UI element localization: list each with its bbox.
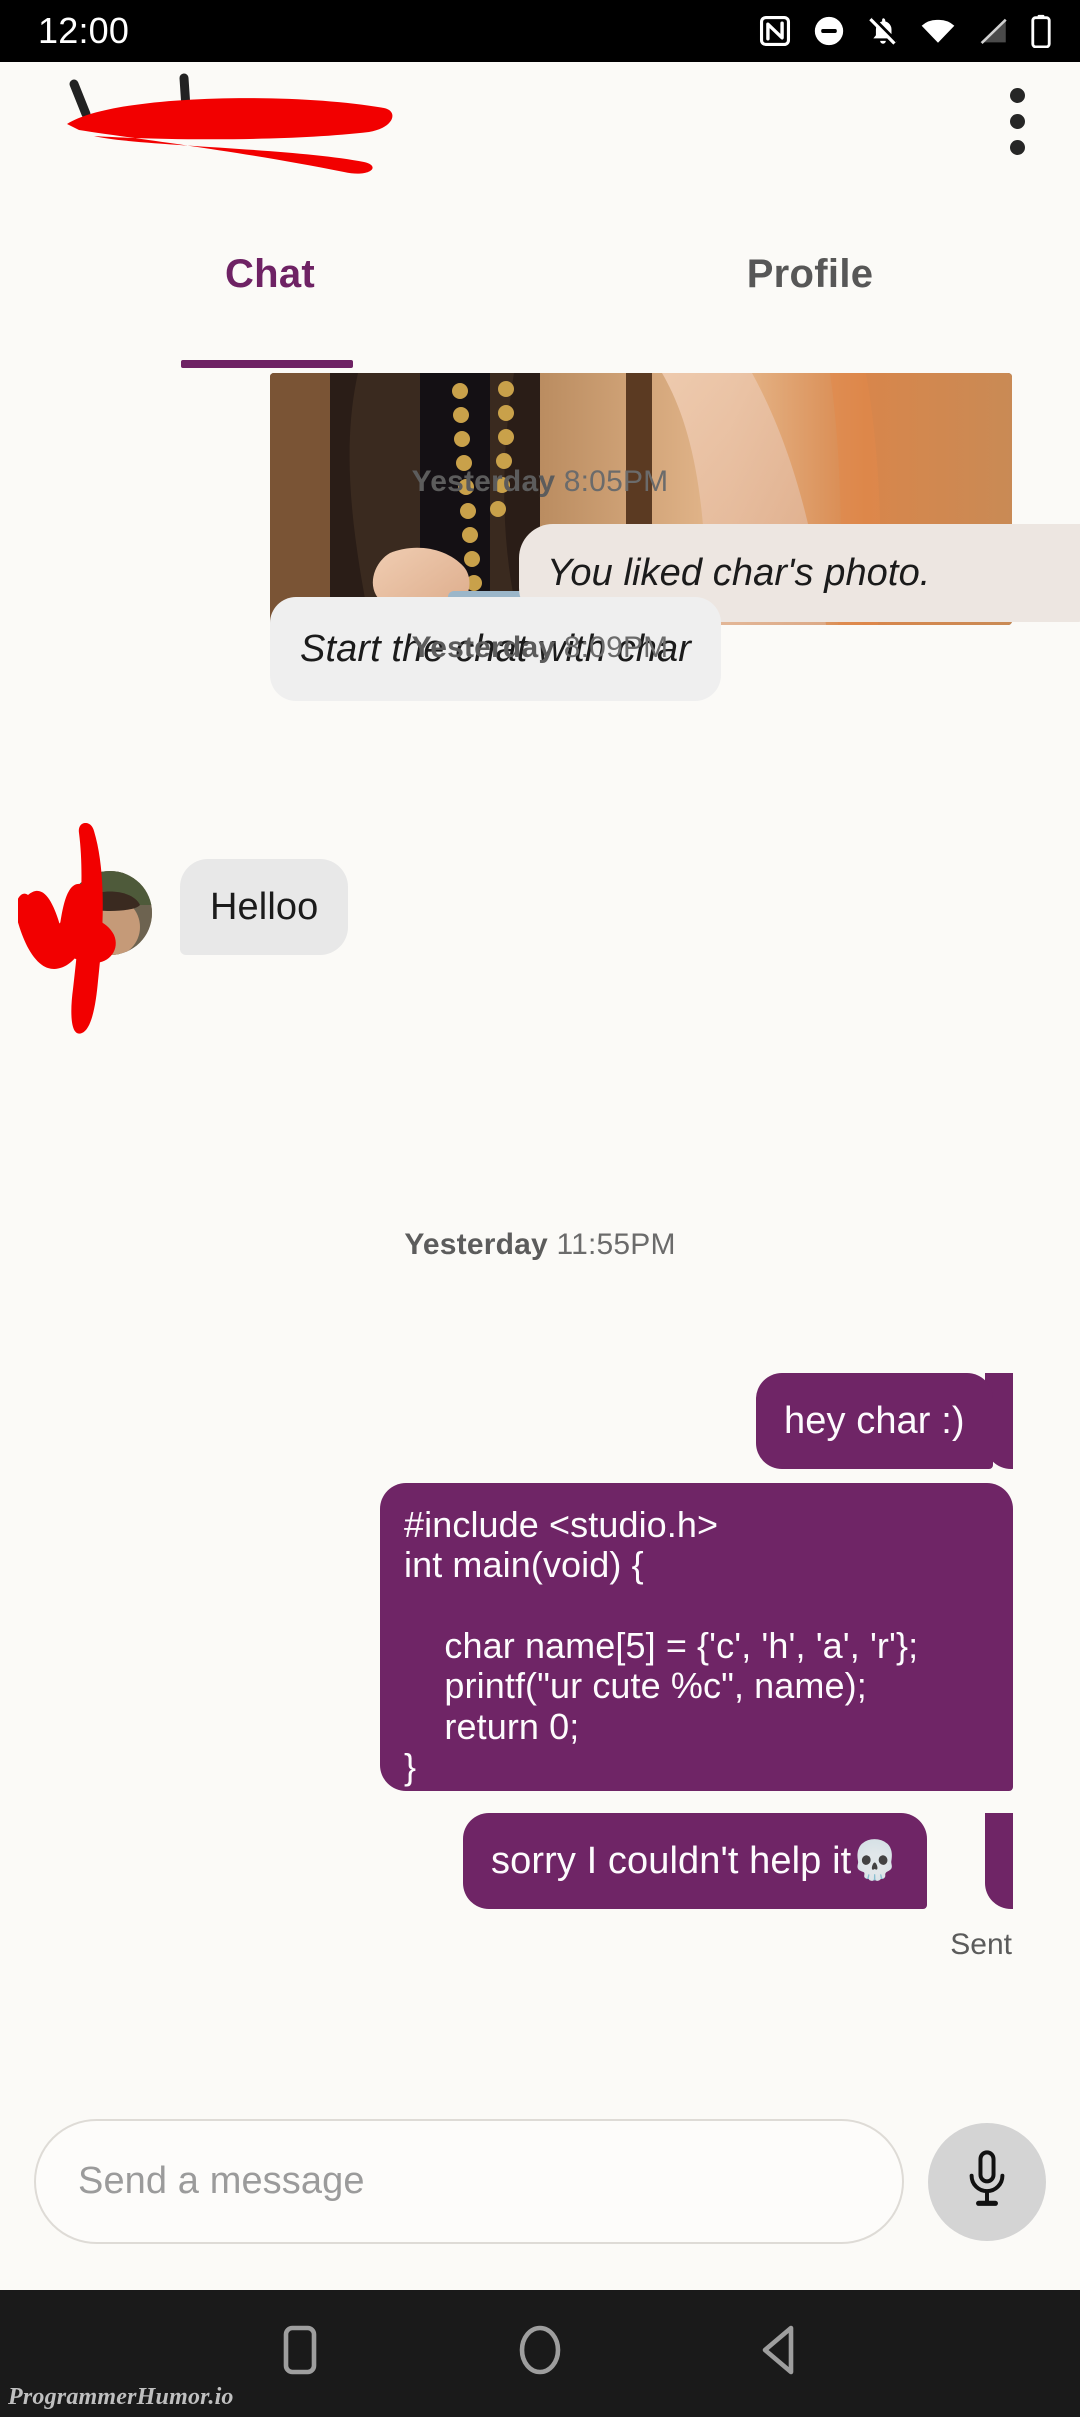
timestamp-day: Yesterday xyxy=(404,1228,548,1261)
message-bubble-helloo[interactable]: Helloo xyxy=(180,859,349,955)
tab-chat[interactable]: Chat xyxy=(0,180,540,368)
circle-icon xyxy=(515,2322,565,2383)
message-input-placeholder: Send a message xyxy=(78,2160,365,2202)
message-bubble-hey-char[interactable]: hey char :) xyxy=(756,1373,993,1469)
avatar[interactable] xyxy=(68,871,152,955)
message-bubble-code[interactable]: #include <studio.h> int main(void) { cha… xyxy=(380,1483,1013,1791)
timestamp-time: 8:09PM xyxy=(563,631,669,664)
home-button[interactable] xyxy=(420,2304,660,2400)
timestamp-809pm: Yesterday 8:09PM xyxy=(0,631,1080,665)
timestamp-805pm: Yesterday 8:05PM xyxy=(0,465,1080,499)
kebab-dot xyxy=(1009,139,1025,155)
photo-caption-text: You liked char's photo. xyxy=(547,551,931,594)
message-input[interactable]: Send a message xyxy=(34,2119,904,2244)
status-bar-icons xyxy=(758,14,1052,48)
sorry-bubble-tail xyxy=(985,1813,1013,1909)
tab-chat-label: Chat xyxy=(224,251,316,296)
tab-profile[interactable]: Profile xyxy=(540,180,1080,368)
microphone-icon xyxy=(959,2148,1015,2215)
message-photo[interactable]: You liked char's photo. xyxy=(270,373,1080,625)
hey-char-text: hey char :) xyxy=(784,1399,965,1442)
voice-message-button[interactable] xyxy=(928,2122,1046,2241)
tab-active-indicator xyxy=(181,360,353,368)
timestamp-day: Yesterday xyxy=(411,465,556,498)
nfc-icon xyxy=(758,14,792,48)
square-icon xyxy=(276,2322,324,2383)
tab-profile-label: Profile xyxy=(746,251,874,296)
timestamp-day: Yesterday xyxy=(411,631,556,664)
signal-off-icon xyxy=(976,14,1010,48)
sorry-text: sorry I couldn't help it💀 xyxy=(491,1840,899,1882)
kebab-dot xyxy=(1009,87,1025,103)
message-list[interactable]: You liked char's photo. Yesterday 8:05PM… xyxy=(0,373,1080,2073)
chat-title-container xyxy=(34,66,434,176)
battery-icon xyxy=(1030,14,1052,48)
notifications-off-icon xyxy=(866,14,900,48)
helloo-text: Helloo xyxy=(210,885,319,928)
status-bar: 12:00 xyxy=(0,0,1080,62)
tab-bar: Chat Profile xyxy=(0,180,1080,535)
timestamp-time: 11:55PM xyxy=(556,1228,676,1261)
redaction-scribble xyxy=(67,73,393,174)
message-composer: Send a message xyxy=(0,2073,1080,2290)
status-bar-clock: 12:00 xyxy=(38,10,130,51)
do-not-disturb-icon xyxy=(812,14,846,48)
kebab-dot xyxy=(1009,113,1025,129)
overflow-menu-icon[interactable] xyxy=(980,73,1054,169)
phone-screen: 12:00 Chat Profile You liked char's phot… xyxy=(0,0,1080,2417)
android-navigation-bar: ProgrammerHumor.io xyxy=(0,2290,1080,2417)
timestamp-time: 8:05PM xyxy=(563,465,669,498)
timestamp-1155pm: Yesterday 11:55PM xyxy=(0,1228,1080,1262)
message-bubble-sorry[interactable]: sorry I couldn't help it💀 xyxy=(463,1813,927,1909)
triangle-back-icon xyxy=(755,2322,805,2383)
app-bar xyxy=(0,62,1080,180)
watermark: ProgrammerHumor.io xyxy=(8,2384,234,2410)
back-button[interactable] xyxy=(660,2304,900,2400)
wifi-icon xyxy=(920,14,956,48)
delivery-status: Sent xyxy=(950,1928,1012,1961)
